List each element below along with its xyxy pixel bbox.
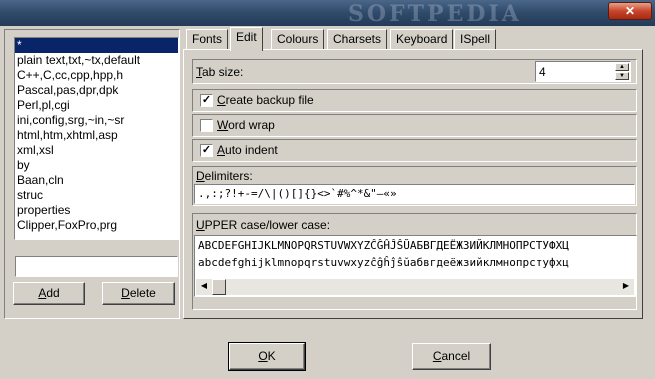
new-filetype-input[interactable] [15,256,178,277]
spin-up-icon[interactable]: ▲ [615,63,629,71]
autoindent-group: ✓ Auto indent [192,139,637,162]
tab-size-label-text: ab size: [202,65,244,79]
filetype-panel: * plain text,txt,~tx,default C++,C,cc,cpp,… [4,29,180,319]
delete-button[interactable]: Delete [102,282,175,305]
delete-button-label: elete [129,286,156,300]
tab-size-spinner[interactable]: 4 ▲ ▼ [535,61,631,82]
word-wrap-label-text: ord wrap [228,118,275,132]
create-backup-accel: C [217,93,226,107]
cancel-button-label: ancel [441,349,471,363]
tab-edit[interactable]: Edit [230,27,263,51]
tab-colours[interactable]: Colours [271,29,325,50]
scroll-thumb[interactable] [212,279,226,295]
title-bar: SOFTPEDIA ✕ [0,0,655,27]
word-wrap-label: Word wrap [217,118,275,132]
delimiters-group: Delimiters: .,:;?!+-=/\|()[]{}<>`#%^*&"—… [192,166,637,206]
list-item[interactable]: by [15,158,178,173]
delimiters-label: Delimiters: [196,169,253,183]
auto-indent-label: Auto indent [217,143,278,157]
list-item[interactable]: struc [15,188,178,203]
dialog-client: * plain text,txt,~tx,default C++,C,cc,cpp,… [0,26,655,379]
case-group: UPPER case/lower case: ABCDEFGHIJKLMNOPQ… [192,213,637,310]
create-backup-checkbox[interactable]: ✓ [200,94,213,107]
scroll-left-icon[interactable]: ◀ [196,279,212,295]
close-icon[interactable]: ✕ [608,2,652,20]
list-item[interactable]: C++,C,cc,cpp,hpp,h [15,68,178,83]
spin-down-icon[interactable]: ▼ [615,72,629,80]
tab-size-label: Tab size: [196,65,243,79]
list-item[interactable]: Pascal,pas,dpr,dpk [15,83,178,98]
list-item[interactable]: properties [15,203,178,218]
watermark: SOFTPEDIA [348,1,522,27]
tab-size-group: Tab size: 4 ▲ ▼ [192,59,637,84]
case-accel: U [196,218,205,232]
tab-size-value: 4 [539,65,546,79]
case-mapping-box[interactable]: ABCDEFGHIJKLMNOPQRSTUVWXYZĈĜĤĴŜŬАБВГДЕЁЖ… [194,235,637,297]
list-item[interactable]: xml,xsl [15,143,178,158]
word-wrap-checkbox[interactable] [200,119,213,132]
create-backup-label: Create backup file [217,93,314,107]
delete-button-accel: D [121,286,130,300]
add-button-label: dd [46,286,60,300]
auto-indent-accel: A [217,143,226,157]
edit-tab-panel: Tab size: 4 ▲ ▼ ✓ Create backup file Wor… [183,49,643,319]
tab-fonts[interactable]: Fonts [186,29,229,50]
scroll-right-icon[interactable]: ▶ [618,279,634,295]
tab-ispell[interactable]: ISpell [454,29,497,50]
auto-indent-label-text: uto indent [225,143,278,157]
delimiters-label-text: elimiters: [204,169,253,183]
ok-button-accel: O [258,349,268,363]
ok-button-label: K [267,349,276,363]
list-item[interactable]: Baan,cln [15,173,178,188]
backup-group: ✓ Create backup file [192,89,637,112]
tab-keyboard[interactable]: Keyboard [390,29,454,50]
horizontal-scrollbar[interactable]: ◀ ▶ [196,279,634,295]
create-backup-label-text: reate backup file [225,93,314,107]
auto-indent-checkbox[interactable]: ✓ [200,144,213,157]
list-item[interactable]: Clipper,FoxPro,prg [15,218,178,233]
case-label: UPPER case/lower case: [196,218,330,232]
delimiters-input[interactable]: .,:;?!+-=/\|()[]{}<>`#%^*&"—«» [194,184,635,204]
cancel-button[interactable]: Cancel [412,343,491,370]
filetype-list[interactable]: * plain text,txt,~tx,default C++,C,cc,cpp,… [14,37,179,240]
list-item[interactable]: Perl,pl,cgi [15,98,178,113]
case-label-text: PPER case/lower case: [204,218,331,232]
delimiters-accel: D [196,169,205,183]
wordwrap-group: Word wrap [192,114,637,137]
list-item[interactable]: * [15,38,178,53]
add-button[interactable]: Add [13,282,85,305]
list-item[interactable]: html,htm,xhtml,asp [15,128,178,143]
uppercase-line: ABCDEFGHIJKLMNOPQRSTUVWXYZĈĜĤĴŜŬАБВГДЕЁЖ… [198,239,569,252]
list-item[interactable]: plain text,txt,~tx,default [15,53,178,68]
list-item[interactable]: ini,config,srg,~in,~sr [15,113,178,128]
ok-button[interactable]: OK [228,342,306,371]
tab-charsets[interactable]: Charsets [327,29,388,50]
lowercase-line: abcdefghijklmnopqrstuvwxyzĉĝĥĵŝŭабвгдеёж… [198,256,569,269]
word-wrap-accel: W [217,118,229,132]
